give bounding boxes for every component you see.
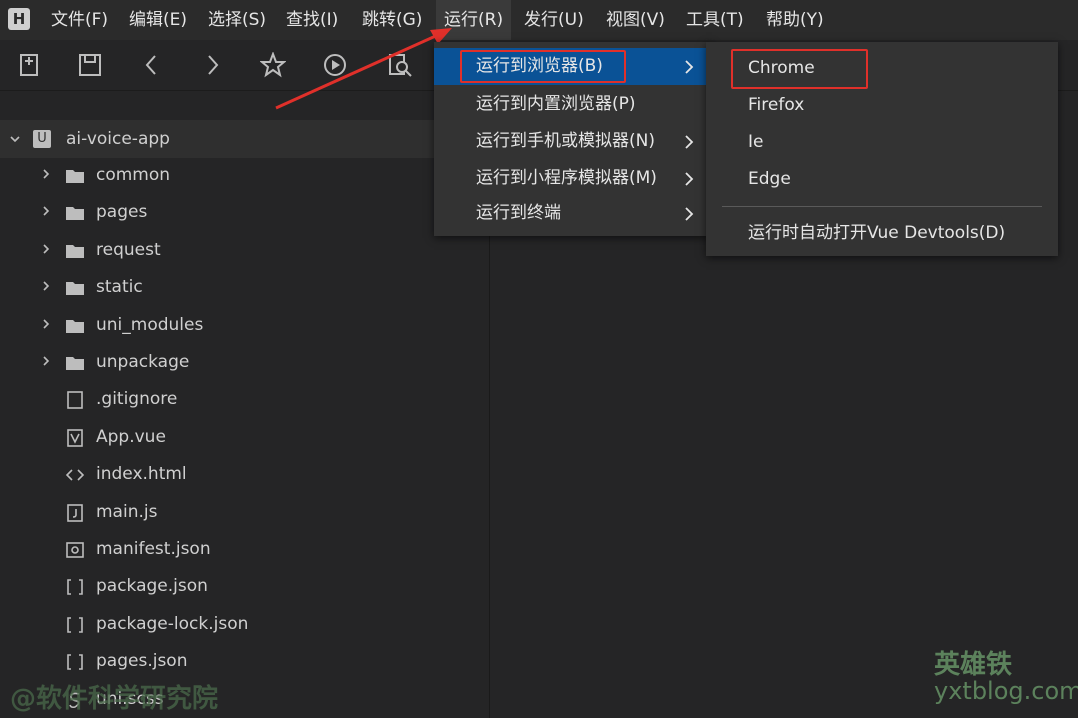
- menu-view[interactable]: 视图(V): [598, 0, 673, 40]
- chevron-right-icon[interactable]: [41, 319, 51, 329]
- run-to-device-label: 运行到手机或模拟器(N): [476, 131, 655, 151]
- json-file-icon: [67, 616, 83, 633]
- tree-folder-row[interactable]: common: [0, 157, 490, 194]
- highlight-chrome: [731, 49, 868, 89]
- chevron-right-icon: [685, 207, 694, 221]
- watermark-left: @软件科学研究院: [10, 684, 219, 714]
- menu-edit[interactable]: 编辑(E): [121, 0, 195, 40]
- forward-icon[interactable]: [199, 52, 225, 78]
- tree-file-row[interactable]: manifest.json: [0, 531, 490, 568]
- tree-file-label: .gitignore: [96, 389, 178, 410]
- tree-folder-row[interactable]: static: [0, 269, 490, 306]
- chevron-right-icon[interactable]: [41, 356, 51, 366]
- watermark-brand: 英雄铁: [934, 650, 1013, 680]
- tree-file-label: manifest.json: [96, 539, 211, 559]
- run-to-miniprogram-item[interactable]: 运行到小程序模拟器(M): [434, 160, 712, 197]
- tree-folder-label: common: [96, 165, 171, 185]
- json-file-icon: [67, 579, 83, 596]
- tree-file-row[interactable]: App.vue: [0, 419, 490, 456]
- project-icon: U: [33, 130, 51, 148]
- tree-folder-row[interactable]: pages: [0, 194, 490, 231]
- folder-icon: [66, 207, 84, 221]
- run-to-builtin-browser-label: 运行到内置浏览器(P): [476, 94, 636, 114]
- vue-file-icon: [67, 428, 83, 447]
- run-to-builtin-browser-item[interactable]: 运行到内置浏览器(P): [434, 86, 712, 123]
- tree-file-label: package-lock.json: [96, 613, 249, 634]
- tree-file-row[interactable]: package-lock.json: [0, 606, 490, 643]
- folder-icon: [66, 319, 84, 333]
- chevron-right-icon: [685, 60, 694, 74]
- save-icon[interactable]: [77, 52, 103, 78]
- project-name: ai-voice-app: [66, 129, 170, 149]
- tree-folder-label: uni_modules: [96, 314, 204, 335]
- menu-separator: [722, 206, 1042, 207]
- auto-open-devtools-item[interactable]: 运行时自动打开Vue Devtools(D): [706, 215, 1058, 252]
- chevron-right-icon: [685, 135, 694, 149]
- html-file-icon: [65, 469, 85, 481]
- run-to-device-item[interactable]: 运行到手机或模拟器(N): [434, 123, 712, 160]
- js-file-icon: [67, 503, 83, 522]
- new-file-icon[interactable]: [17, 52, 43, 78]
- manifest-file-icon: [66, 542, 84, 558]
- tree-folder-label: static: [96, 277, 143, 298]
- run-to-terminal-item[interactable]: 运行到终端: [434, 195, 712, 232]
- back-icon[interactable]: [139, 52, 165, 78]
- highlight-run-to-browser: [460, 50, 626, 83]
- folder-icon: [66, 282, 84, 296]
- run-to-terminal-label: 运行到终端: [476, 203, 561, 223]
- tree-file-row[interactable]: pages.json: [0, 643, 490, 680]
- tree-file-label: pages.json: [96, 651, 188, 672]
- watermark-right: 英雄铁 yxtblog.com: [934, 644, 1078, 705]
- tree-file-label: package.json: [96, 576, 208, 597]
- menubar: H 文件(F) 编辑(E) 选择(S) 查找(I) 跳转(G) 运行(R) 发行…: [0, 0, 1078, 40]
- tree-file-row[interactable]: .gitignore: [0, 381, 490, 418]
- json-file-icon: [67, 654, 83, 670]
- browser-ie-label: Ie: [748, 132, 764, 152]
- tree-folder-row[interactable]: request: [0, 232, 490, 269]
- project-root-row[interactable]: U ai-voice-app: [0, 120, 490, 158]
- chevron-down-icon[interactable]: [10, 134, 20, 144]
- file-icon: [67, 391, 83, 410]
- menu-select[interactable]: 选择(S): [200, 0, 274, 40]
- tree-file-row[interactable]: package.json: [0, 568, 490, 605]
- menu-help[interactable]: 帮助(Y): [758, 0, 832, 40]
- run-to-miniprogram-label: 运行到小程序模拟器(M): [476, 168, 657, 188]
- tree-folder-row[interactable]: unpackage: [0, 344, 490, 381]
- menu-publish[interactable]: 发行(U): [516, 0, 592, 40]
- tree-file-row[interactable]: index.html: [0, 456, 490, 493]
- watermark-url: yxtblog.com: [934, 677, 1078, 705]
- menu-tools[interactable]: 工具(T): [678, 0, 752, 40]
- auto-open-devtools-label: 运行时自动打开Vue Devtools(D): [748, 223, 1006, 243]
- tree-folder-label: unpackage: [96, 352, 190, 372]
- tree-folder-label: pages: [96, 202, 148, 223]
- browser-ie-item[interactable]: Ie: [706, 124, 1058, 161]
- chevron-right-icon[interactable]: [41, 169, 51, 179]
- browser-firefox-label: Firefox: [748, 95, 805, 115]
- browser-firefox-item[interactable]: Firefox: [706, 87, 1058, 124]
- tree-folder-label: request: [96, 239, 161, 260]
- chevron-right-icon[interactable]: [41, 281, 51, 291]
- browser-edge-item[interactable]: Edge: [706, 161, 1058, 198]
- browser-edge-label: Edge: [748, 169, 791, 189]
- folder-icon: [66, 357, 84, 370]
- chevron-right-icon[interactable]: [41, 206, 51, 216]
- app-logo: H: [8, 8, 30, 30]
- tree-file-row[interactable]: main.js: [0, 494, 490, 531]
- folder-icon: [66, 244, 84, 258]
- chevron-right-icon: [685, 172, 694, 186]
- tree-folder-row[interactable]: uni_modules: [0, 307, 490, 344]
- menu-file[interactable]: 文件(F): [43, 0, 116, 40]
- chevron-right-icon[interactable]: [41, 244, 51, 254]
- folder-icon: [66, 170, 84, 183]
- tree-file-label: index.html: [96, 464, 187, 485]
- tree-file-label: App.vue: [96, 426, 166, 447]
- tree-file-label: main.js: [96, 501, 158, 522]
